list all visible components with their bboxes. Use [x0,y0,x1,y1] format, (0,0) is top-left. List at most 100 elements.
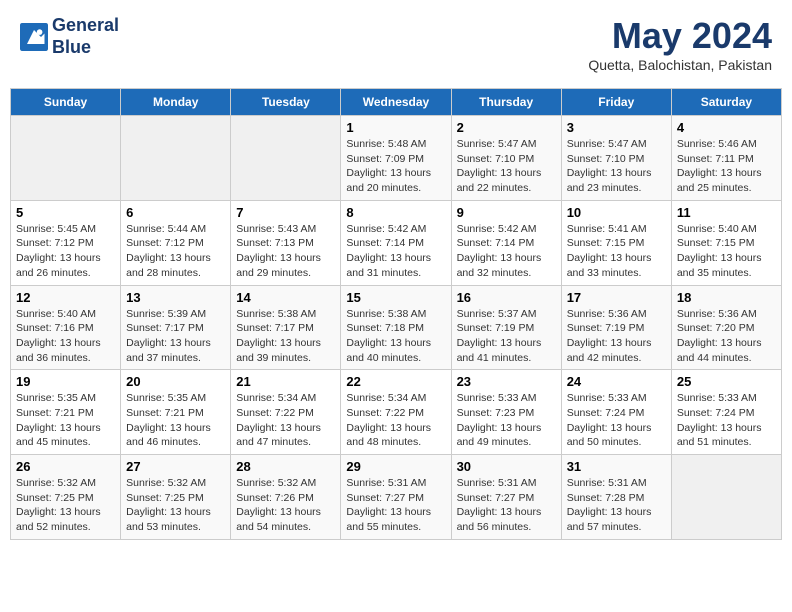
title-section: May 2024 Quetta, Balochistan, Pakistan [588,15,772,73]
day-number: 9 [457,205,556,220]
logo-icon [20,23,48,51]
day-info: Sunrise: 5:41 AM Sunset: 7:15 PM Dayligh… [567,222,666,281]
day-number: 10 [567,205,666,220]
calendar-cell: 27 Sunrise: 5:32 AM Sunset: 7:25 PM Dayli… [121,455,231,540]
day-info: Sunrise: 5:31 AM Sunset: 7:27 PM Dayligh… [457,476,556,535]
logo-text: General Blue [52,15,119,58]
day-number: 25 [677,374,776,389]
day-info: Sunrise: 5:38 AM Sunset: 7:18 PM Dayligh… [346,307,445,366]
calendar-cell: 23Sunrise: 5:33 AM Sunset: 7:23 PM Dayli… [451,370,561,455]
calendar-cell: 9 Sunrise: 5:42 AM Sunset: 7:14 PM Daylig… [451,200,561,285]
calendar-cell: 14 Sunrise: 5:38 AM Sunset: 7:17 PM Dayli… [231,285,341,370]
calendar-cell: 29Sunrise: 5:31 AM Sunset: 7:27 PM Dayli… [341,455,451,540]
day-info: Sunrise: 5:34 AM Sunset: 7:22 PM Dayligh… [236,391,335,450]
day-number: 8 [346,205,445,220]
calendar-table: SundayMondayTuesdayWednesdayThursdayFrid… [10,88,782,540]
calendar-week-row: 5 Sunrise: 5:45 AM Sunset: 7:12 PM Daylig… [11,200,782,285]
day-of-week-header: Monday [121,89,231,116]
day-of-week-header: Thursday [451,89,561,116]
day-number: 21 [236,374,335,389]
day-number: 5 [16,205,115,220]
logo-line2: Blue [52,37,119,59]
day-info: Sunrise: 5:32 AM Sunset: 7:25 PM Dayligh… [16,476,115,535]
calendar-cell [671,455,781,540]
calendar-cell: 15 Sunrise: 5:38 AM Sunset: 7:18 PM Dayli… [341,285,451,370]
calendar-cell [11,116,121,201]
day-of-week-header: Saturday [671,89,781,116]
day-number: 11 [677,205,776,220]
calendar-cell: 21 Sunrise: 5:34 AM Sunset: 7:22 PM Dayli… [231,370,341,455]
calendar-cell: 17 Sunrise: 5:36 AM Sunset: 7:19 PM Dayli… [561,285,671,370]
day-info: Sunrise: 5:31 AM Sunset: 7:28 PM Dayligh… [567,476,666,535]
calendar-cell: 19Sunrise: 5:35 AM Sunset: 7:21 PM Dayli… [11,370,121,455]
calendar-cell: 26Sunrise: 5:32 AM Sunset: 7:25 PM Dayli… [11,455,121,540]
day-info: Sunrise: 5:33 AM Sunset: 7:23 PM Dayligh… [457,391,556,450]
day-number: 13 [126,290,225,305]
calendar-header-row: SundayMondayTuesdayWednesdayThursdayFrid… [11,89,782,116]
calendar-cell: 24Sunrise: 5:33 AM Sunset: 7:24 PM Dayli… [561,370,671,455]
day-info: Sunrise: 5:36 AM Sunset: 7:20 PM Dayligh… [677,307,776,366]
day-of-week-header: Wednesday [341,89,451,116]
calendar-cell: 25 Sunrise: 5:33 AM Sunset: 7:24 PM Dayli… [671,370,781,455]
calendar-cell: 30 Sunrise: 5:31 AM Sunset: 7:27 PM Dayli… [451,455,561,540]
calendar-cell [121,116,231,201]
day-number: 27 [126,459,225,474]
day-info: Sunrise: 5:32 AM Sunset: 7:25 PM Dayligh… [126,476,225,535]
location-subtitle: Quetta, Balochistan, Pakistan [588,57,772,73]
day-number: 1 [346,120,445,135]
day-info: Sunrise: 5:42 AM Sunset: 7:14 PM Dayligh… [346,222,445,281]
calendar-cell: 16Sunrise: 5:37 AM Sunset: 7:19 PM Dayli… [451,285,561,370]
day-number: 31 [567,459,666,474]
day-number: 30 [457,459,556,474]
day-info: Sunrise: 5:48 AM Sunset: 7:09 PM Dayligh… [346,137,445,196]
day-info: Sunrise: 5:43 AM Sunset: 7:13 PM Dayligh… [236,222,335,281]
calendar-cell: 28Sunrise: 5:32 AM Sunset: 7:26 PM Dayli… [231,455,341,540]
calendar-cell: 1 Sunrise: 5:48 AM Sunset: 7:09 PM Daylig… [341,116,451,201]
day-number: 28 [236,459,335,474]
day-info: Sunrise: 5:44 AM Sunset: 7:12 PM Dayligh… [126,222,225,281]
day-info: Sunrise: 5:45 AM Sunset: 7:12 PM Dayligh… [16,222,115,281]
logo-line1: General [52,15,119,37]
day-number: 18 [677,290,776,305]
month-title: May 2024 [588,15,772,57]
day-info: Sunrise: 5:36 AM Sunset: 7:19 PM Dayligh… [567,307,666,366]
calendar-cell: 3 Sunrise: 5:47 AM Sunset: 7:10 PM Daylig… [561,116,671,201]
calendar-cell: 4Sunrise: 5:46 AM Sunset: 7:11 PM Daylig… [671,116,781,201]
calendar-cell: 18 Sunrise: 5:36 AM Sunset: 7:20 PM Dayli… [671,285,781,370]
calendar-cell: 7Sunrise: 5:43 AM Sunset: 7:13 PM Daylig… [231,200,341,285]
calendar-cell: 13Sunrise: 5:39 AM Sunset: 7:17 PM Dayli… [121,285,231,370]
calendar-week-row: 12 Sunrise: 5:40 AM Sunset: 7:16 PM Dayli… [11,285,782,370]
day-number: 20 [126,374,225,389]
calendar-cell: 12 Sunrise: 5:40 AM Sunset: 7:16 PM Dayli… [11,285,121,370]
day-info: Sunrise: 5:34 AM Sunset: 7:22 PM Dayligh… [346,391,445,450]
calendar-cell: 22Sunrise: 5:34 AM Sunset: 7:22 PM Dayli… [341,370,451,455]
day-of-week-header: Friday [561,89,671,116]
calendar-week-row: 26Sunrise: 5:32 AM Sunset: 7:25 PM Dayli… [11,455,782,540]
calendar-cell: 11 Sunrise: 5:40 AM Sunset: 7:15 PM Dayli… [671,200,781,285]
day-number: 4 [677,120,776,135]
day-number: 12 [16,290,115,305]
day-number: 6 [126,205,225,220]
day-number: 15 [346,290,445,305]
day-number: 3 [567,120,666,135]
day-of-week-header: Sunday [11,89,121,116]
calendar-cell: 20Sunrise: 5:35 AM Sunset: 7:21 PM Dayli… [121,370,231,455]
calendar-week-row: 19Sunrise: 5:35 AM Sunset: 7:21 PM Dayli… [11,370,782,455]
calendar-cell: 10 Sunrise: 5:41 AM Sunset: 7:15 PM Dayli… [561,200,671,285]
calendar-cell: 6 Sunrise: 5:44 AM Sunset: 7:12 PM Daylig… [121,200,231,285]
calendar-cell: 8 Sunrise: 5:42 AM Sunset: 7:14 PM Daylig… [341,200,451,285]
calendar-cell: 31 Sunrise: 5:31 AM Sunset: 7:28 PM Dayli… [561,455,671,540]
day-number: 24 [567,374,666,389]
calendar-cell: 5 Sunrise: 5:45 AM Sunset: 7:12 PM Daylig… [11,200,121,285]
day-info: Sunrise: 5:37 AM Sunset: 7:19 PM Dayligh… [457,307,556,366]
day-info: Sunrise: 5:42 AM Sunset: 7:14 PM Dayligh… [457,222,556,281]
day-info: Sunrise: 5:40 AM Sunset: 7:15 PM Dayligh… [677,222,776,281]
day-info: Sunrise: 5:47 AM Sunset: 7:10 PM Dayligh… [567,137,666,196]
day-info: Sunrise: 5:38 AM Sunset: 7:17 PM Dayligh… [236,307,335,366]
calendar-cell [231,116,341,201]
day-info: Sunrise: 5:35 AM Sunset: 7:21 PM Dayligh… [16,391,115,450]
day-number: 14 [236,290,335,305]
day-number: 17 [567,290,666,305]
day-info: Sunrise: 5:40 AM Sunset: 7:16 PM Dayligh… [16,307,115,366]
day-info: Sunrise: 5:33 AM Sunset: 7:24 PM Dayligh… [677,391,776,450]
